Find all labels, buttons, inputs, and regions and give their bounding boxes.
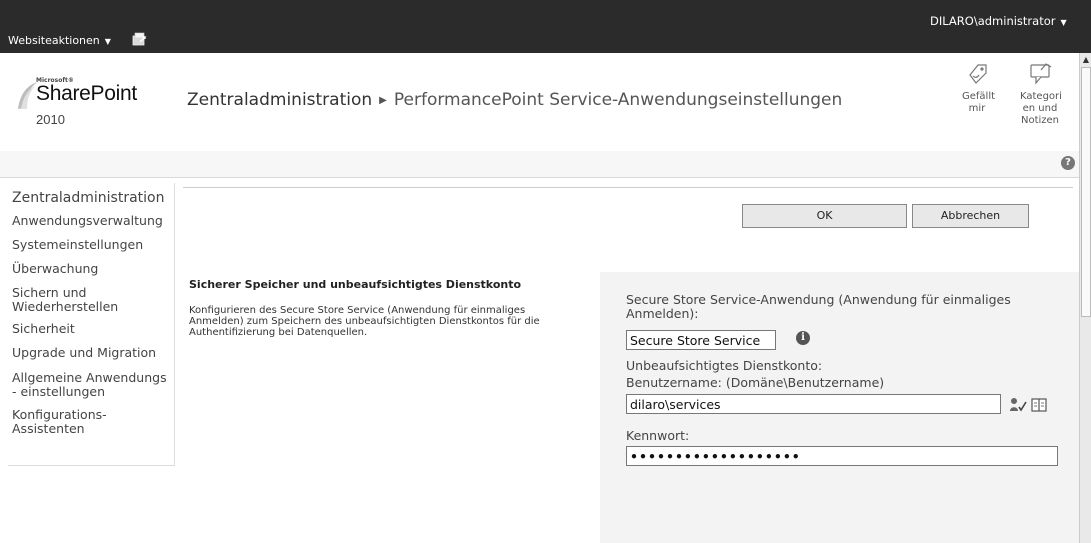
- nav-item-system-settings[interactable]: Systemeinstellungen: [12, 238, 143, 252]
- sharepoint-wordmark: SharePoint: [36, 82, 137, 105]
- browse-address-book-icon[interactable]: [1031, 397, 1047, 413]
- help-icon[interactable]: ?: [1061, 156, 1075, 170]
- page-scrollbar[interactable]: ▲: [1079, 53, 1091, 543]
- ribbon-row: ?: [0, 151, 1079, 178]
- tags-notes-button[interactable]: Kategori en und Notizen: [1018, 61, 1062, 127]
- breadcrumb: Zentraladministration ▶ PerformancePoint S…: [187, 90, 842, 110]
- tags-notes-label: Kategori en und Notizen: [1020, 91, 1062, 126]
- breadcrumb-separator-icon: ▶: [379, 95, 387, 106]
- secure-store-input[interactable]: [626, 330, 776, 350]
- sharepoint-version: 2010: [36, 112, 65, 127]
- secure-store-label: Secure Store Service-Anwendung (Anwendun…: [626, 292, 1011, 321]
- section-description: Konfigurieren des Secure Store Service (…: [189, 305, 540, 338]
- info-icon: i: [796, 331, 810, 345]
- navigate-up-icon[interactable]: [131, 31, 147, 47]
- sharepoint-logo: Microsoft® SharePoint 2010: [16, 75, 171, 127]
- tags-notes-icon: [1030, 63, 1052, 85]
- user-menu[interactable]: DILARO\administrator ▼: [930, 14, 1067, 28]
- site-actions-menu[interactable]: Websiteaktionen ▼: [8, 34, 111, 47]
- sharepoint-swoosh-icon: [18, 82, 37, 109]
- nav-item-configuration-wizards[interactable]: Konfigurations- Assistenten: [12, 408, 122, 436]
- nav-item-application-management[interactable]: Anwendungsverwaltung: [12, 214, 163, 228]
- like-label: Gefällt mir: [962, 91, 996, 114]
- ok-button[interactable]: OK: [742, 204, 907, 228]
- nav-item-upgrade-migration[interactable]: Upgrade und Migration: [12, 346, 156, 360]
- cancel-button[interactable]: Abbrechen: [912, 204, 1029, 228]
- scroll-up-icon[interactable]: ▲: [1080, 53, 1091, 67]
- quick-launch-heading[interactable]: Zentraladministration: [12, 190, 164, 206]
- user-name: DILARO\administrator: [930, 14, 1056, 28]
- top-bar: Websiteaktionen ▼ DILARO\administrator ▼: [0, 0, 1091, 53]
- check-names-icon[interactable]: [1009, 397, 1027, 413]
- section-title: Sicherer Speicher und unbeaufsichtigtes …: [189, 278, 522, 291]
- breadcrumb-root[interactable]: Zentraladministration: [187, 90, 372, 110]
- password-label: Kennwort:: [626, 428, 690, 443]
- site-actions-label: Websiteaktionen: [8, 34, 100, 47]
- unattended-account-label: Unbeaufsichtigtes Dienstkonto:: [626, 358, 823, 373]
- username-input[interactable]: [626, 394, 1001, 414]
- breadcrumb-current: PerformancePoint Service-Anwendungseinst…: [393, 90, 843, 110]
- scroll-thumb[interactable]: [1081, 67, 1091, 317]
- chevron-down-icon: ▼: [1060, 18, 1067, 27]
- like-button[interactable]: Gefällt mir: [953, 61, 1001, 115]
- nav-item-monitoring[interactable]: Überwachung: [12, 262, 98, 276]
- chevron-down-icon: ▼: [104, 37, 111, 46]
- nav-item-general-application-settings[interactable]: Allgemeine Anwendungs - einstellungen: [12, 371, 170, 399]
- like-tag-icon: [969, 64, 987, 84]
- nav-item-security[interactable]: Sicherheit: [12, 322, 75, 336]
- password-input[interactable]: [626, 446, 1058, 466]
- username-label: Benutzername: (Domäne\Benutzername): [626, 375, 885, 390]
- nav-item-backup-restore[interactable]: Sichern und Wiederherstellen: [12, 286, 162, 314]
- page-header: Microsoft® SharePoint 2010 Zentraladmini…: [0, 53, 1079, 152]
- content-divider: [183, 187, 1073, 188]
